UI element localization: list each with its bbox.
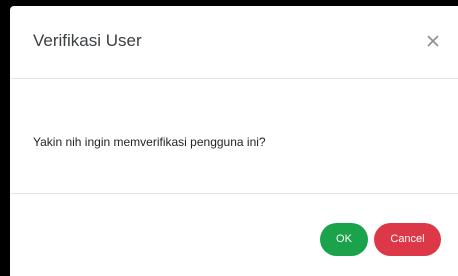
dialog-footer: OK Cancel: [10, 194, 458, 276]
confirmation-message: Yakin nih ingin memverifikasi pengguna i…: [33, 135, 266, 149]
close-button[interactable]: [422, 30, 444, 52]
dialog-header: Verifikasi User: [10, 6, 458, 79]
ok-button[interactable]: OK: [320, 223, 368, 256]
dialog-title: Verifikasi User: [33, 31, 142, 50]
cancel-button[interactable]: Cancel: [374, 223, 441, 256]
verify-user-dialog: Verifikasi User Yakin nih ingin memverif…: [10, 6, 458, 276]
dialog-body: Yakin nih ingin memverifikasi pengguna i…: [10, 79, 458, 194]
close-icon: [422, 30, 444, 52]
